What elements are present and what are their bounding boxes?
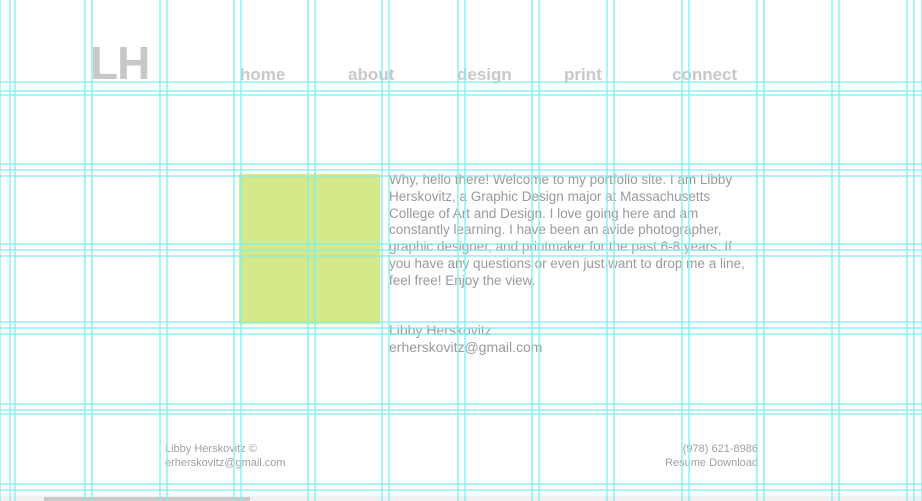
nav-home-link[interactable]: home bbox=[240, 66, 285, 83]
horizontal-scrollbar-thumb[interactable] bbox=[44, 497, 250, 501]
site-logo[interactable]: LH bbox=[90, 40, 150, 86]
footer-info: (978) 621-8986 Resume Download bbox=[665, 442, 758, 470]
signature-block: Libby Herskovitz erherskovitz@gmail.com bbox=[389, 322, 542, 356]
signature-name: Libby Herskovitz bbox=[389, 322, 492, 338]
footer-contact: Libby Herskovitz © erherskovitz@gmail.co… bbox=[165, 442, 286, 470]
nav-print-link[interactable]: print bbox=[564, 66, 602, 83]
nav-design-link[interactable]: design bbox=[457, 66, 512, 83]
resume-download-link[interactable]: Resume Download bbox=[665, 457, 758, 469]
footer-phone: (978) 621-8986 bbox=[682, 443, 758, 455]
footer-copyright: Libby Herskovitz © bbox=[165, 443, 257, 455]
signature-email-link[interactable]: erherskovitz@gmail.com bbox=[389, 339, 542, 356]
intro-paragraph: Why, hello there! Welcome to my portfoli… bbox=[389, 172, 745, 288]
nav-about-link[interactable]: about bbox=[348, 66, 394, 83]
footer-email-link[interactable]: erherskovitz@gmail.com bbox=[165, 456, 286, 470]
profile-photo-placeholder bbox=[239, 174, 380, 324]
nav-connect-link[interactable]: connect bbox=[672, 66, 737, 83]
